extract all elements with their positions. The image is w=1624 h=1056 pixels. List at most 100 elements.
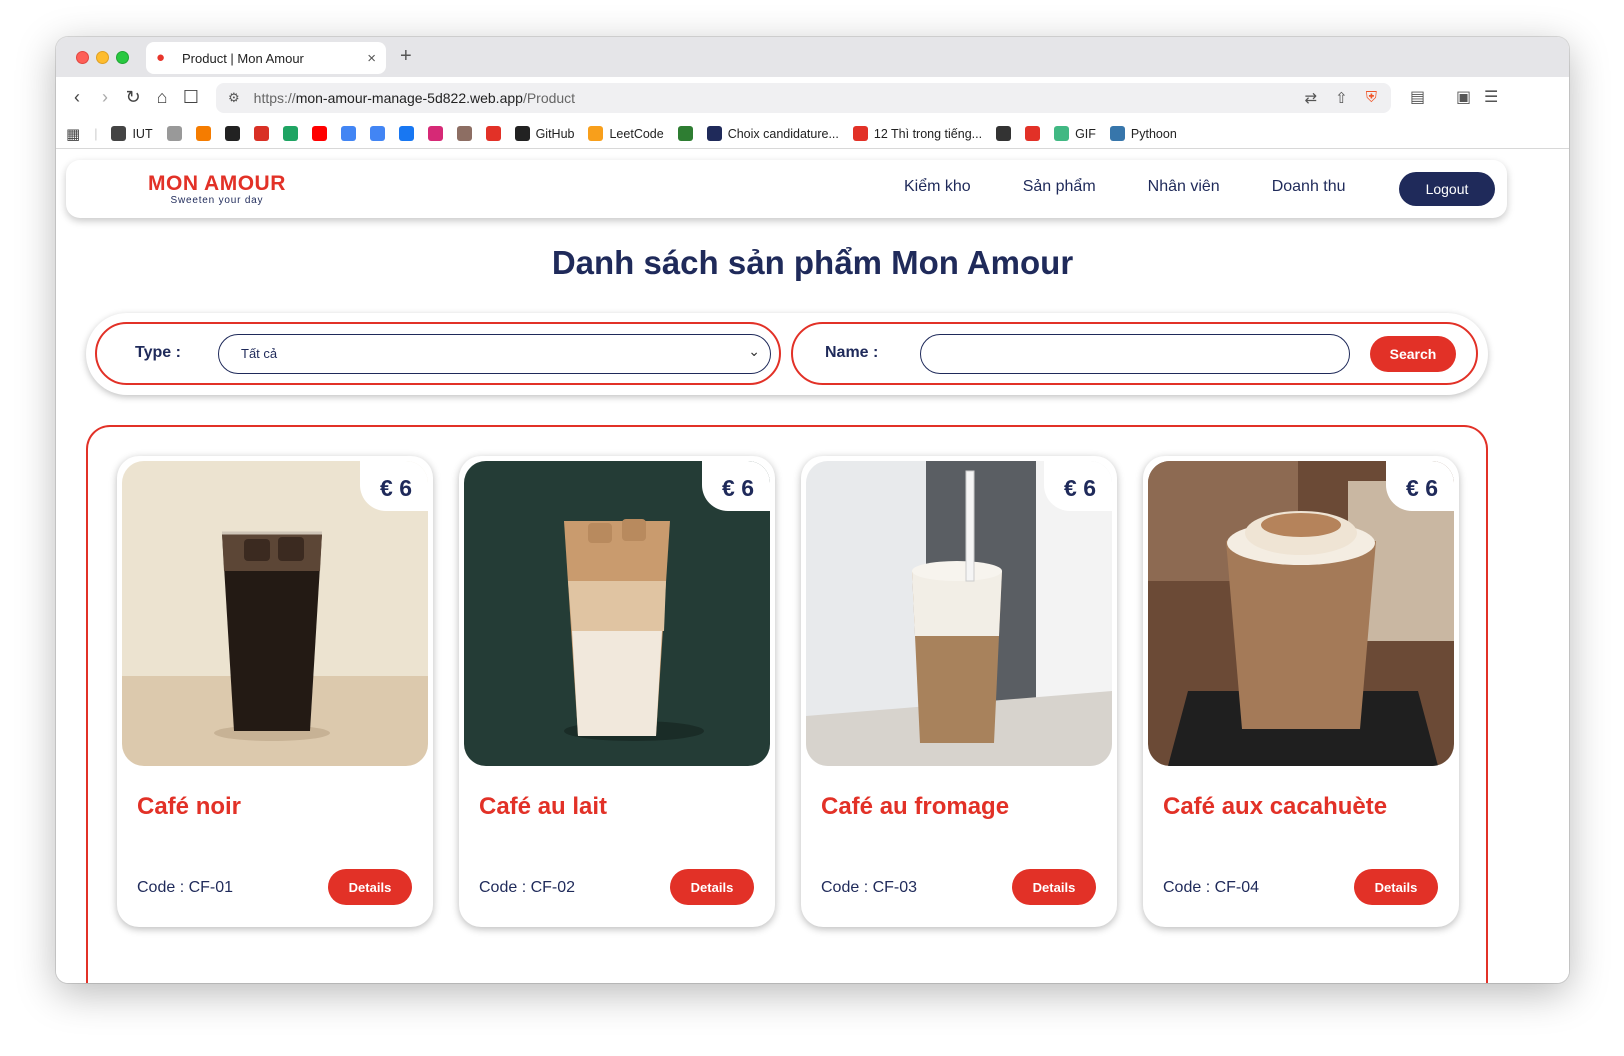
openai-icon <box>224 126 240 141</box>
details-button[interactable]: Details <box>1354 869 1438 905</box>
bookmark-label: LeetCode <box>609 126 664 141</box>
back-icon[interactable]: ‹ <box>66 87 88 108</box>
brand-logo[interactable]: MON AMOUR Sweeten your day <box>148 172 286 206</box>
bookmark-item[interactable] <box>340 126 356 141</box>
menu-item-doanh-thu[interactable]: Doanh thu <box>1272 178 1346 196</box>
bookmark-item[interactable]: Choix candidature... <box>706 126 839 141</box>
fire-icon <box>195 126 211 141</box>
type-filter: Type : Tất cả ⌄ <box>95 322 781 385</box>
close-tab-icon[interactable]: × <box>367 50 376 67</box>
bookmark-item[interactable] <box>224 126 240 141</box>
wallet-icon[interactable]: ▣ <box>1456 87 1471 107</box>
bookmark-item[interactable] <box>398 126 414 141</box>
name-search-input[interactable] <box>920 334 1350 374</box>
strawberry-icon: ● <box>156 49 166 66</box>
menu-item-kiem-kho[interactable]: Kiểm kho <box>904 178 971 196</box>
bookmark-page-icon[interactable]: ☐ <box>180 87 202 108</box>
reload-icon[interactable]: ↻ <box>122 87 144 108</box>
search-button[interactable]: Search <box>1370 336 1456 372</box>
w-icon <box>677 126 693 141</box>
circle-icon <box>852 126 868 141</box>
product-card: € 6 Café aux cacahuète Code : CF-04 Deta… <box>1143 456 1459 927</box>
bookmark-item[interactable] <box>677 126 693 141</box>
reader-icon[interactable]: ▤ <box>1410 87 1425 107</box>
browser-tab[interactable]: ● Product | Mon Amour × <box>146 42 386 74</box>
details-button[interactable]: Details <box>328 869 412 905</box>
bookmark-item[interactable]: GitHub <box>514 126 574 141</box>
type-select-value: Tất cả <box>241 346 278 361</box>
price-notch: € 6 <box>360 461 428 511</box>
bookmark-item[interactable]: GIF <box>1054 126 1096 141</box>
bookmark-item[interactable] <box>427 126 443 141</box>
bookmark-item[interactable] <box>195 126 211 141</box>
name-filter: Name : Search <box>791 322 1478 385</box>
close-window-button[interactable] <box>76 51 89 64</box>
translate-icon <box>369 126 385 141</box>
bookmark-item[interactable]: IUT <box>111 126 153 141</box>
menu-item-nhan-vien[interactable]: Nhân viên <box>1148 178 1220 196</box>
plant-icon <box>456 126 472 141</box>
bookmark-item[interactable] <box>253 126 269 141</box>
url-host: mon-amour-manage-5d822.web.app <box>295 90 523 106</box>
url-prefix: https:// <box>253 90 296 106</box>
product-price: € 6 <box>722 475 754 501</box>
bookmark-label: Choix candidature... <box>727 126 839 141</box>
product-name: Café au fromage <box>821 793 1010 820</box>
translate-icon[interactable]: ⇄ <box>1305 89 1318 107</box>
bookmarks-divider: | <box>94 126 98 141</box>
bookmark-item[interactable] <box>311 126 327 141</box>
address-bar[interactable]: ⚙ https://mon-amour-manage-5d822.web.app… <box>216 83 1391 113</box>
feather-icon <box>706 126 722 141</box>
main-menu: Kiểm kho Sản phẩm Nhân viên Doanh thu <box>904 178 1398 196</box>
docs-icon <box>340 126 356 141</box>
youtube-icon <box>311 126 327 141</box>
forward-icon[interactable]: › <box>94 87 116 108</box>
browser-toolbar: ‹ › ↻ ⌂ ☐ ⚙ https://mon-amour-manage-5d8… <box>56 77 1569 119</box>
chevron-down-icon: ⌄ <box>748 343 760 359</box>
type-select[interactable]: Tất cả ⌄ <box>218 334 771 374</box>
product-image-peanut-cream-coffee: € 6 <box>1148 461 1454 766</box>
bookmark-item[interactable] <box>485 126 501 141</box>
python-icon <box>1109 126 1125 141</box>
tab-strip: ● Product | Mon Amour × + <box>56 37 1569 77</box>
bookmark-label: IUT <box>132 126 153 141</box>
product-name: Café au lait <box>479 793 608 820</box>
home-icon[interactable]: ⌂ <box>151 87 173 108</box>
product-price: € 6 <box>1406 475 1438 501</box>
drive-icon <box>282 126 298 141</box>
apps-icon[interactable]: ▦ <box>66 125 80 143</box>
minimize-window-button[interactable] <box>96 51 109 64</box>
brave-shield-icon[interactable]: ⛨ <box>1366 89 1377 107</box>
bookmark-item[interactable]: Pythoon <box>1109 126 1177 141</box>
details-button[interactable]: Details <box>1012 869 1096 905</box>
bookmark-item[interactable] <box>996 126 1012 141</box>
maximize-window-button[interactable] <box>116 51 129 64</box>
new-tab-button[interactable]: + <box>400 45 412 68</box>
bookmark-item[interactable]: 12 Thì trong tiếng... <box>852 126 982 141</box>
product-code: Code : CF-01 <box>137 879 234 896</box>
leetcode-icon <box>588 126 604 141</box>
bookmark-item[interactable] <box>369 126 385 141</box>
bookmark-item[interactable]: LeetCode <box>588 126 664 141</box>
url-path: /Product <box>522 90 576 106</box>
bookmark-item[interactable] <box>1025 126 1041 141</box>
filter-bar: Type : Tất cả ⌄ Name : Search <box>86 313 1488 395</box>
product-code: Code : CF-02 <box>479 879 576 896</box>
menu-item-san-pham[interactable]: Sản phẩm <box>1023 178 1096 196</box>
bookmark-item[interactable] <box>282 126 298 141</box>
product-code: Code : CF-03 <box>821 879 918 896</box>
product-name: Café aux cacahuète <box>1163 793 1388 820</box>
bookmark-item[interactable] <box>456 126 472 141</box>
instagram-icon <box>427 126 443 141</box>
product-card: € 6 Café au fromage Code : CF-03 Details <box>801 456 1117 927</box>
bookmark-item[interactable] <box>166 126 182 141</box>
details-button[interactable]: Details <box>670 869 754 905</box>
product-image-iced-latte: € 6 <box>464 461 770 766</box>
square-icon <box>1025 126 1041 141</box>
bookmarks-bar: ▦ | IUT GitHub LeetCode Choix candidature..… <box>56 119 1569 149</box>
logout-button[interactable]: Logout <box>1399 172 1495 206</box>
share-icon[interactable]: ⇧ <box>1335 89 1348 107</box>
site-settings-icon[interactable]: ⚙ <box>228 90 240 106</box>
menu-icon[interactable]: ☰ <box>1484 87 1498 107</box>
price-notch: € 6 <box>702 461 770 511</box>
